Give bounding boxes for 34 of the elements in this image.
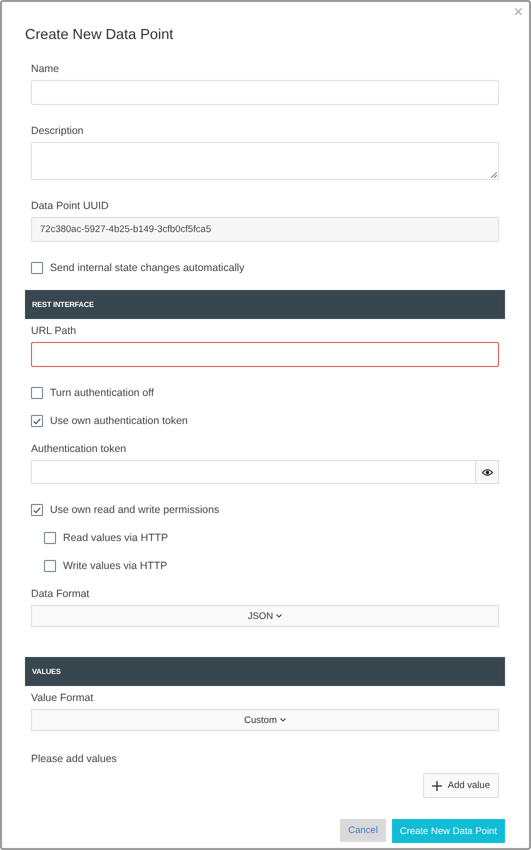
show-password-button[interactable] [475, 460, 499, 484]
token-input-field[interactable] [31, 460, 475, 484]
input-field[interactable] [31, 342, 499, 367]
eye-icon [482, 468, 492, 476]
checkbox-label: Turn authentication off [50, 387, 154, 399]
checkbox[interactable] [31, 262, 43, 274]
field-label: Description [31, 125, 85, 137]
checkbox[interactable] [31, 504, 43, 516]
dropdown-select[interactable]: JSON [31, 605, 499, 627]
checkbox-label: Send internal state changes automatically [50, 262, 244, 274]
field-label: Value Format [31, 692, 94, 704]
checkbox[interactable] [44, 560, 56, 572]
hint-text: Please add values [31, 753, 118, 765]
resize-handle-icon[interactable] [491, 172, 497, 178]
chevron-down-icon [276, 614, 282, 618]
dialog-title: Create New Data Point [25, 27, 174, 43]
uuid-field[interactable]: 72c380ac-5927-4b25-b149-3cfb0cf5fca5 [31, 217, 499, 242]
textarea-field[interactable] [31, 142, 499, 180]
chevron-down-icon [280, 718, 286, 722]
checkbox[interactable] [31, 415, 43, 427]
field-label: URL Path [31, 325, 78, 337]
field-label: Data Point UUID [31, 200, 110, 212]
checkbox-label: Use own authentication token [50, 415, 188, 427]
field-label: Data Format [31, 588, 90, 600]
checkbox-label: Read values via HTTP [63, 532, 168, 544]
checkbox-label: Use own read and write permissions [50, 504, 220, 516]
field-label: Authentication token [31, 443, 128, 455]
field-label: Name [31, 63, 60, 75]
plus-icon [432, 780, 442, 790]
checkbox-label: Write values via HTTP [63, 560, 168, 572]
dropdown-select[interactable]: Custom [31, 709, 499, 731]
checkbox[interactable] [44, 532, 56, 544]
checkbox[interactable] [31, 387, 43, 399]
add-value-button[interactable]: Add value [422, 773, 499, 798]
